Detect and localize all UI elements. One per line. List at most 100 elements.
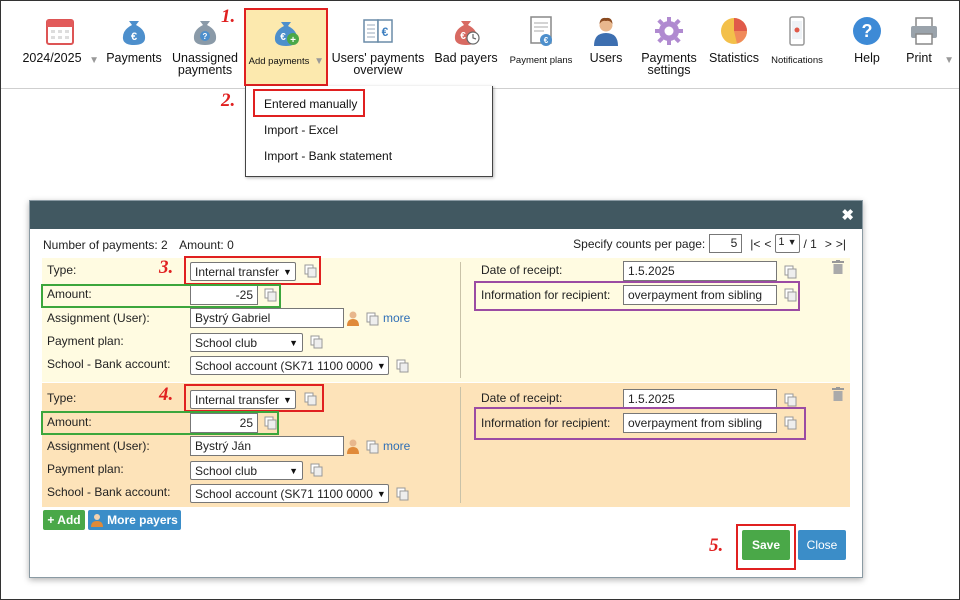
payment-plan-value: School club (195, 463, 258, 478)
caret-down-icon: ▼ (314, 56, 324, 67)
printer-icon (910, 17, 937, 45)
chevron-down-icon: ▼ (289, 465, 298, 476)
payments-summary: Number of payments: 2 Amount: 0 (43, 238, 234, 252)
dialog-header: ✖ (30, 201, 862, 229)
ledger-euro-icon: € (363, 19, 393, 43)
svg-text:€: € (382, 25, 389, 39)
toolbar-notifications[interactable]: Notifications (767, 9, 827, 87)
next-page-button[interactable]: > (825, 237, 832, 251)
more-payers-label: More payers (107, 513, 178, 527)
svg-text:€: € (544, 36, 549, 45)
trash-icon[interactable] (832, 260, 844, 274)
toolbar-school-year[interactable]: 2024/2025 ▼ (19, 9, 101, 87)
trash-icon[interactable] (832, 387, 844, 401)
per-page-input[interactable]: 5 (709, 234, 743, 253)
step-5-marker: 5. (709, 535, 724, 556)
toolbar-statistics[interactable]: Statistics (705, 9, 763, 87)
copy-icon[interactable] (784, 393, 797, 407)
step-3-marker: 3. (159, 257, 174, 278)
page-count: / 1 (803, 236, 817, 251)
assignment-label: Assignment (User): (47, 439, 150, 453)
caret-down-icon: ▼ (89, 55, 99, 66)
type-label: Type: (47, 391, 77, 405)
toolbar-print[interactable]: Print ▼ (898, 9, 954, 87)
school-account-value: School account (SK71 1100 0000 (195, 486, 373, 501)
first-page-button[interactable]: |< (750, 237, 760, 251)
toolbar-users[interactable]: Users (581, 9, 631, 87)
gear-icon (655, 17, 683, 45)
highlight-amount-row-1 (41, 284, 281, 308)
payment-plan-select[interactable]: School club ▼ (190, 333, 303, 352)
copy-icon[interactable] (366, 312, 379, 326)
row-divider (460, 262, 461, 378)
add-payment-button[interactable]: + Add (43, 510, 85, 530)
money-bag-question-icon: ? (193, 21, 217, 45)
step-2-marker: 2. (221, 90, 236, 111)
svg-text:€: € (280, 32, 286, 43)
date-of-receipt-label: Date of receipt: (481, 391, 563, 405)
payment-plan-select[interactable]: School club ▼ (190, 461, 303, 480)
highlight-info-row-1 (474, 281, 800, 311)
user-icon[interactable] (346, 310, 360, 326)
toolbar-payment-plans[interactable]: € Payment plans (506, 9, 576, 87)
page-select[interactable]: 1 ▼ (775, 234, 800, 253)
toolbar-label: Notifications (771, 55, 823, 66)
user-icon[interactable] (346, 438, 360, 454)
assignment-label: Assignment (User): (47, 311, 150, 325)
school-account-select[interactable]: School account (SK71 1100 0000 ▼ (190, 484, 389, 503)
toolbar-label: 2024/2025 (22, 51, 82, 65)
more-link[interactable]: more (383, 439, 410, 453)
more-payers-button[interactable]: More payers (88, 510, 181, 530)
copy-icon[interactable] (784, 265, 797, 279)
copy-icon[interactable] (396, 359, 409, 373)
toolbar-bad-payers[interactable]: € Bad payers (431, 9, 501, 87)
money-bag-add-icon: € + (274, 22, 299, 46)
add-payments-dialog: ✖ Number of payments: 2 Amount: 0 Specif… (29, 200, 863, 578)
assignment-user-input[interactable]: Bystrý Gabriel (190, 308, 344, 328)
close-icon[interactable]: ✖ (841, 206, 854, 224)
toolbar-payments-settings[interactable]: Payments settings (635, 9, 703, 87)
copy-icon[interactable] (310, 335, 323, 349)
date-of-receipt-label: Date of receipt: (481, 263, 563, 277)
toolbar-label: Bad payers (434, 51, 498, 65)
toolbar-help[interactable]: ? Help (841, 9, 893, 87)
user-icon (594, 17, 618, 46)
close-button[interactable]: Close (798, 530, 846, 560)
school-account-label: School - Bank account: (47, 357, 171, 371)
copy-icon[interactable] (396, 487, 409, 501)
assignment-user-input[interactable]: Bystrý Ján (190, 436, 344, 456)
step-4-marker: 4. (159, 384, 174, 405)
toolbar-add-payments[interactable]: € + Add payments ▼ (244, 8, 328, 86)
chevron-down-icon: ▼ (376, 360, 386, 371)
highlight-type-row-2 (184, 384, 324, 412)
school-account-select[interactable]: School account (SK71 1100 0000 ▼ (190, 356, 389, 375)
last-page-button[interactable]: >| (836, 237, 846, 251)
toolbar-label: Help (854, 51, 880, 65)
payment-plan-label: Payment plan: (47, 462, 124, 476)
copy-icon[interactable] (366, 440, 379, 454)
date-of-receipt-input[interactable]: 1.5.2025 (623, 261, 777, 281)
prev-page-button[interactable]: < (764, 237, 771, 251)
per-page-label: Specify counts per page: (573, 236, 706, 251)
chevron-down-icon: ▼ (787, 237, 797, 247)
payments-amount: Amount: 0 (179, 238, 234, 252)
main-toolbar: 2024/2025 ▼ € Payments ? Unassigned paym… (1, 1, 959, 89)
toolbar-label: Print (906, 51, 932, 65)
page-select-value: 1 (778, 236, 785, 248)
more-link[interactable]: more (383, 311, 410, 325)
menu-item-import-excel[interactable]: Import - Excel (264, 123, 338, 137)
pie-chart-icon (721, 18, 747, 44)
menu-item-import-bank-statement[interactable]: Import - Bank statement (264, 149, 392, 163)
money-bag-euro-icon: € (122, 21, 146, 45)
copy-icon[interactable] (310, 463, 323, 477)
svg-text:?: ? (862, 21, 873, 41)
highlight-amount-row-2 (41, 411, 279, 435)
highlight-info-row-2 (474, 407, 806, 440)
money-bag-clock-icon: € (454, 21, 480, 45)
date-of-receipt-input[interactable]: 1.5.2025 (623, 389, 777, 409)
svg-text:?: ? (203, 32, 208, 41)
toolbar-users-payments-overview[interactable]: € Users' payments overview (331, 9, 425, 87)
pager: Specify counts per page: 5 |< < 1 ▼ / 1 … (573, 234, 846, 253)
toolbar-label: Statistics (708, 51, 759, 65)
toolbar-payments[interactable]: € Payments (103, 9, 165, 87)
